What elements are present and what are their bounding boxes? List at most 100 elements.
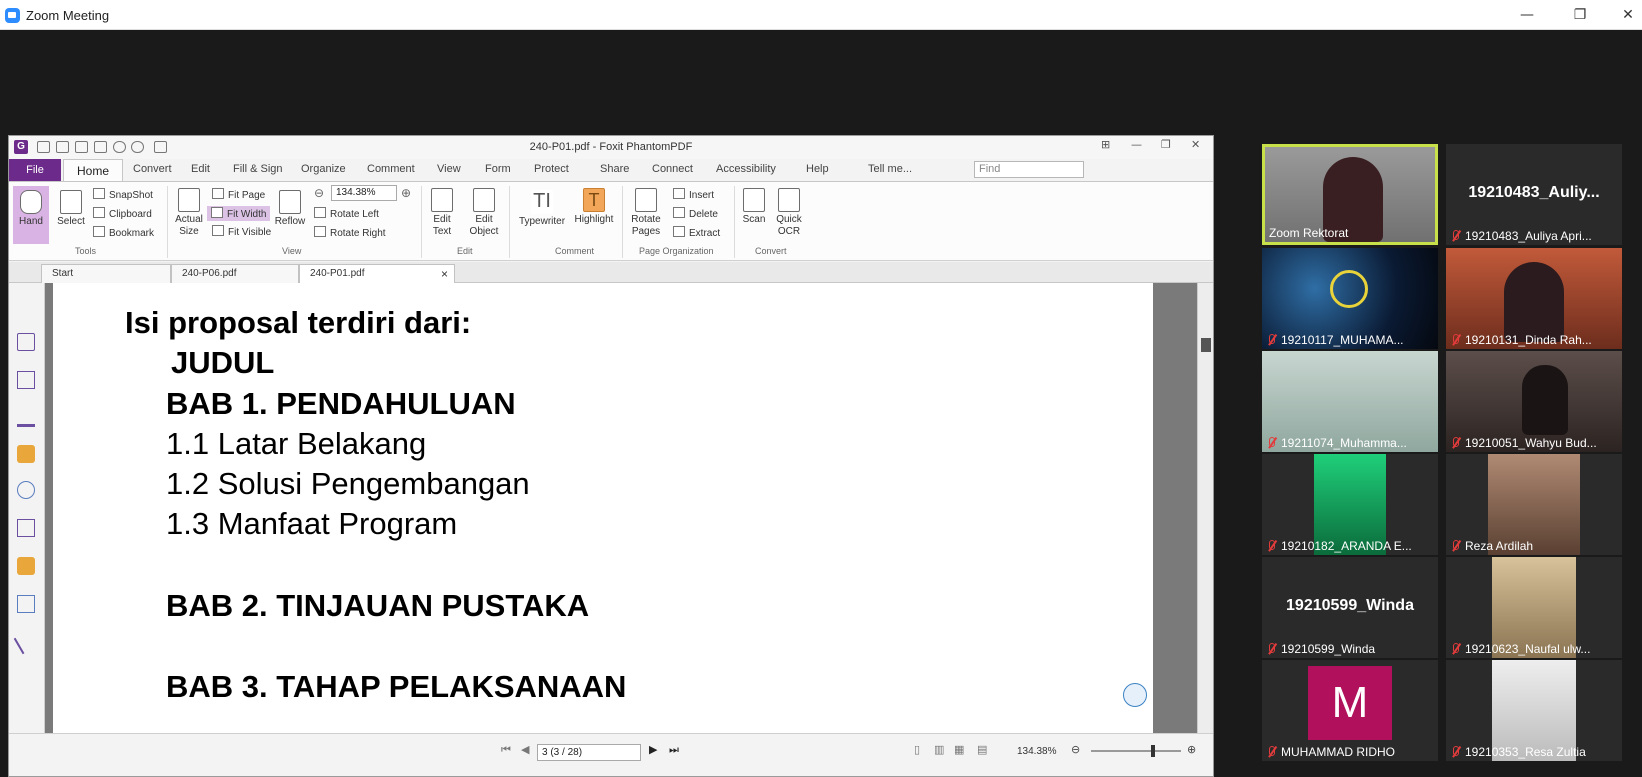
typewriter-button[interactable]: TI Typewriter bbox=[514, 190, 570, 228]
zoom-out-icon[interactable]: ⊖ bbox=[314, 186, 324, 200]
first-page-icon[interactable]: ⏮ bbox=[501, 743, 511, 757]
tab-edit[interactable]: Edit bbox=[191, 163, 210, 175]
zoom-slider-thumb[interactable] bbox=[1151, 745, 1155, 757]
tab-accessibility[interactable]: Accessibility bbox=[716, 163, 776, 175]
participant-name: Zoom Rektorat bbox=[1269, 226, 1349, 240]
page-number-input[interactable]: 3 (3 / 28) bbox=[537, 744, 641, 761]
muted-mic-icon bbox=[1266, 643, 1276, 655]
tab-form[interactable]: Form bbox=[485, 163, 511, 175]
page-thumbnails-icon[interactable] bbox=[17, 333, 35, 351]
actual-size-button[interactable]: Actual Size bbox=[171, 188, 207, 238]
participant-tile[interactable]: 19210131_Dinda Rah... bbox=[1446, 248, 1622, 349]
zoom-in-icon[interactable]: ⊕ bbox=[401, 186, 411, 200]
status-zoom-out-icon[interactable]: ⊖ bbox=[1071, 743, 1080, 756]
participant-tile[interactable]: 19210623_Naufal ulw... bbox=[1446, 557, 1622, 658]
pdf-close-button[interactable]: ✕ bbox=[1191, 138, 1200, 151]
tab-connect[interactable]: Connect bbox=[652, 163, 693, 175]
zoom-select[interactable]: 134.38% bbox=[331, 185, 397, 201]
close-tab-icon[interactable]: × bbox=[441, 267, 448, 281]
edit-object-button[interactable]: Edit Object bbox=[464, 188, 504, 238]
participant-tile[interactable]: 19210051_Wahyu Bud... bbox=[1446, 351, 1622, 452]
tab-protect[interactable]: Protect bbox=[534, 163, 569, 175]
tab-240-p01[interactable]: 240-P01.pdf × bbox=[299, 264, 455, 283]
shared-screen-foxit-window: G 240-P01.pdf - Foxit PhantomPDF ⊞ — ❐ ✕… bbox=[8, 135, 1214, 777]
tell-me-search[interactable]: Tell me... bbox=[868, 163, 912, 175]
clipboard-button[interactable]: Clipboard bbox=[93, 207, 152, 220]
navigation-panel bbox=[9, 283, 45, 776]
fit-page-button[interactable]: Fit Page bbox=[212, 188, 265, 201]
document-tabs: Start 240-P06.pdf 240-P01.pdf × bbox=[9, 262, 1213, 283]
security-lock-icon[interactable] bbox=[17, 557, 35, 575]
participant-tile[interactable]: Zoom Rektorat bbox=[1262, 144, 1438, 245]
convert-group-label: Convert bbox=[755, 246, 787, 256]
vertical-scrollbar[interactable] bbox=[1197, 283, 1213, 733]
edit-text-button[interactable]: Edit Text bbox=[425, 188, 459, 238]
rotate-left-button[interactable]: Rotate Left bbox=[314, 207, 379, 220]
single-page-view-icon[interactable]: ▯ bbox=[914, 743, 920, 756]
ribbon-layout-icon[interactable]: ⊞ bbox=[1101, 138, 1110, 151]
pages-icon[interactable] bbox=[17, 371, 35, 389]
participant-tile[interactable]: M MUHAMMAD RIDHO bbox=[1262, 660, 1438, 761]
layers-icon[interactable] bbox=[17, 409, 35, 427]
status-zoom-in-icon[interactable]: ⊕ bbox=[1187, 743, 1196, 756]
participant-tile[interactable]: Reza Ardilah bbox=[1446, 454, 1622, 555]
bookmark-button[interactable]: Bookmark bbox=[93, 226, 154, 239]
hand-tool-button[interactable]: Hand bbox=[13, 186, 49, 244]
reflow-button[interactable]: Reflow bbox=[274, 190, 306, 228]
last-page-icon[interactable]: ⏭ bbox=[669, 743, 679, 757]
tab-help[interactable]: Help bbox=[806, 163, 829, 175]
continuous-view-icon[interactable]: ▥ bbox=[934, 743, 944, 756]
tab-convert[interactable]: Convert bbox=[133, 163, 172, 175]
attachments-icon[interactable] bbox=[17, 481, 35, 499]
zoom-slider[interactable] bbox=[1091, 745, 1181, 757]
accessibility-icon[interactable] bbox=[13, 629, 39, 655]
scrollbar-thumb[interactable] bbox=[1201, 338, 1211, 352]
participant-tile[interactable]: 19210353_Resa Zultia bbox=[1446, 660, 1622, 761]
rotate-right-button[interactable]: Rotate Right bbox=[314, 226, 386, 239]
snapshot-button[interactable]: SnapShot bbox=[93, 188, 153, 201]
rotate-pages-button[interactable]: Rotate Pages bbox=[626, 188, 666, 238]
prev-page-icon[interactable]: ◀ bbox=[521, 743, 529, 756]
ocr-icon bbox=[778, 188, 800, 212]
scan-button[interactable]: Scan bbox=[739, 188, 769, 226]
tab-comment[interactable]: Comment bbox=[367, 163, 415, 175]
fit-width-button[interactable]: Fit Width bbox=[207, 206, 271, 221]
close-button[interactable]: ✕ bbox=[1616, 4, 1640, 26]
tab-share[interactable]: Share bbox=[600, 163, 629, 175]
signatures-icon[interactable] bbox=[17, 519, 35, 537]
extract-button[interactable]: Extract bbox=[673, 226, 720, 239]
participant-tile[interactable]: 19210182_ARANDA E... bbox=[1262, 454, 1438, 555]
participant-tile[interactable]: 19211074_Muhamma... bbox=[1262, 351, 1438, 452]
delete-button[interactable]: Delete bbox=[673, 207, 718, 220]
tab-file[interactable]: File bbox=[9, 159, 61, 181]
insert-button[interactable]: Insert bbox=[673, 188, 714, 201]
participant-tile[interactable]: 19210117_MUHAMA... bbox=[1262, 248, 1438, 349]
next-page-icon[interactable]: ▶ bbox=[649, 743, 657, 756]
tab-start[interactable]: Start bbox=[41, 264, 171, 283]
tab-fill-sign[interactable]: Fill & Sign bbox=[233, 163, 283, 175]
select-tool-button[interactable]: Select bbox=[53, 190, 89, 228]
tab-view[interactable]: View bbox=[437, 163, 461, 175]
fit-visible-button[interactable]: Fit Visible bbox=[212, 225, 271, 238]
facing-view-icon[interactable]: ▦ bbox=[954, 743, 964, 756]
pdf-restore-button[interactable]: ❐ bbox=[1161, 138, 1171, 151]
find-input[interactable]: Find bbox=[974, 161, 1084, 178]
tab-home[interactable]: Home bbox=[63, 159, 123, 182]
participant-display-name: 19210483_Auliy... bbox=[1468, 184, 1600, 201]
participant-name: 19210353_Resa Zultia bbox=[1450, 745, 1618, 759]
quick-ocr-button[interactable]: Quick OCR bbox=[773, 188, 805, 238]
minimize-button[interactable]: — bbox=[1512, 4, 1542, 26]
participant-tile[interactable]: 19210483_Auliy... 19210483_Auliya Apri..… bbox=[1446, 144, 1622, 245]
chat-assistant-icon[interactable] bbox=[1123, 683, 1147, 707]
comments-icon[interactable] bbox=[17, 445, 35, 463]
tab-240-p06[interactable]: 240-P06.pdf bbox=[171, 264, 299, 283]
document-viewport[interactable]: Isi proposal terdiri dari: JUDUL BAB 1. … bbox=[45, 283, 1197, 733]
continuous-facing-icon[interactable]: ▤ bbox=[977, 743, 987, 756]
form-fields-icon[interactable] bbox=[17, 595, 35, 613]
highlight-button[interactable]: T Highlight bbox=[572, 188, 616, 226]
participant-tile[interactable]: 19210599_Winda 19210599_Winda bbox=[1262, 557, 1438, 658]
window-titlebar: Zoom Meeting — ❐ ✕ bbox=[0, 0, 1642, 30]
pdf-minimize-button[interactable]: — bbox=[1131, 138, 1142, 151]
maximize-button[interactable]: ❐ bbox=[1565, 4, 1595, 26]
tab-organize[interactable]: Organize bbox=[301, 163, 346, 175]
